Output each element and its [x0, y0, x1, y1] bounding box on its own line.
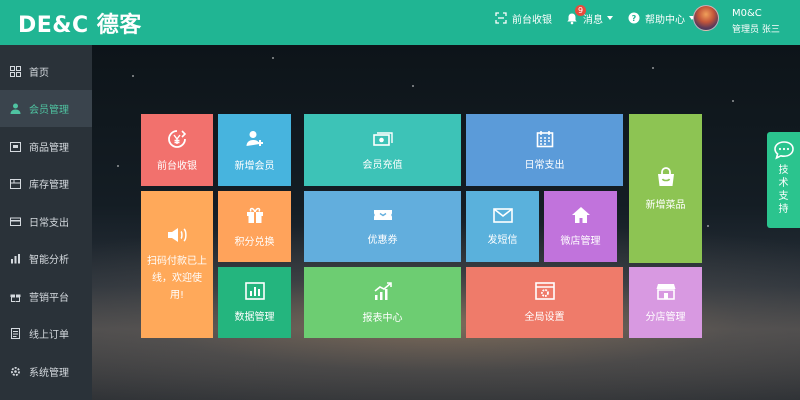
- chevron-down-icon: [607, 16, 613, 20]
- sidebar-item-inventory[interactable]: 库存管理: [0, 165, 92, 202]
- tile-shop[interactable]: 微店管理: [544, 191, 617, 262]
- gear-icon: [11, 367, 20, 376]
- store-icon: [656, 284, 675, 300]
- card-icon: [10, 217, 21, 226]
- tile-report[interactable]: 报表中心: [304, 267, 461, 338]
- sidebar-item-label: 会员管理: [29, 105, 69, 116]
- user-name[interactable]: M0&C: [732, 8, 762, 19]
- sidebar-item-orders[interactable]: 线上订单: [0, 315, 92, 352]
- sidebar-item-marketing[interactable]: 营销平台: [0, 278, 92, 315]
- background-star: [132, 75, 134, 77]
- tile-label: 积分兑换: [234, 237, 275, 248]
- top-header: DE&C 德客 前台收银 9 消息 ? 帮助中心 M0&C 管理员 张三: [0, 0, 800, 45]
- tile-label: 新增会员: [234, 160, 275, 172]
- logo[interactable]: DE&C 德客: [18, 7, 142, 39]
- svg-text:?: ?: [632, 14, 637, 23]
- gift-box-icon: [246, 207, 263, 223]
- tech-support-button[interactable]: 技术支持: [767, 132, 800, 228]
- help-label: 帮助中心: [645, 14, 685, 26]
- tile-label: 扫码付款已上线，欢迎使用!: [147, 256, 207, 301]
- bar-chart-icon: [11, 254, 20, 264]
- sidebar-item-members[interactable]: 会员管理: [0, 90, 92, 127]
- background-star: [707, 225, 709, 227]
- bag-icon: [657, 167, 674, 186]
- sidebar-item-analytics[interactable]: 智能分析: [0, 240, 92, 277]
- sidebar-item-label: 日常支出: [29, 218, 69, 229]
- home-icon: [571, 207, 590, 223]
- background-star: [272, 57, 274, 59]
- background-star: [652, 67, 654, 69]
- mail-icon: [492, 207, 513, 223]
- warehouse-icon: [10, 179, 21, 189]
- sidebar-item-system[interactable]: 系统管理: [0, 353, 92, 390]
- chart-board-icon: [244, 282, 265, 300]
- cashier-label: 前台收银: [512, 14, 552, 26]
- tile-sms[interactable]: 发短信: [466, 191, 539, 262]
- sidebar-item-products[interactable]: 商品管理: [0, 128, 92, 165]
- help-icon: ?: [628, 12, 640, 24]
- money-icon: [372, 131, 393, 146]
- gift-icon: [10, 294, 21, 302]
- tech-support-label: 技术支持: [778, 165, 789, 215]
- avatar[interactable]: [693, 5, 719, 31]
- ticket-icon: [373, 210, 392, 220]
- tile-coupon[interactable]: 优惠券: [304, 191, 461, 262]
- box-icon: [10, 142, 21, 152]
- tile-label: 全局设置: [524, 312, 565, 323]
- sidebar-item-label: 智能分析: [29, 255, 69, 266]
- tile-label: 前台收银: [157, 160, 197, 172]
- tile-label: 会员充值: [362, 159, 403, 171]
- tile-cashier[interactable]: 前台收银: [141, 114, 213, 186]
- scan-icon: [495, 12, 507, 24]
- sidebar-item-expense[interactable]: 日常支出: [0, 203, 92, 240]
- sidebar-item-label: 系统管理: [29, 368, 69, 379]
- tile-expense[interactable]: 日常支出: [466, 114, 623, 186]
- tile-new-dish[interactable]: 新增菜品: [629, 114, 702, 263]
- chat-icon: [773, 141, 794, 160]
- tile-label: 日常支出: [524, 159, 565, 171]
- tile-data[interactable]: 数据管理: [218, 267, 291, 338]
- tile-label: 数据管理: [234, 312, 275, 323]
- sidebar-item-label: 商品管理: [29, 143, 69, 154]
- help-link[interactable]: ? 帮助中心: [628, 0, 695, 36]
- tile-label: 发短信: [487, 234, 518, 246]
- sidebar-item-label: 线上订单: [29, 330, 69, 341]
- tile-points[interactable]: 积分兑换: [218, 191, 291, 262]
- messages-label: 消息: [583, 14, 603, 26]
- user-role: 管理员 张三: [732, 25, 780, 35]
- calendar-icon: [536, 130, 553, 147]
- sidebar-item-label: 营销平台: [29, 293, 69, 304]
- tile-label: 微店管理: [560, 236, 601, 247]
- messages-link[interactable]: 9 消息: [566, 0, 613, 36]
- user-icon: [10, 103, 21, 114]
- tile-label: 报表中心: [362, 313, 403, 324]
- order-icon: [11, 328, 20, 339]
- tile-settings[interactable]: 全局设置: [466, 267, 623, 338]
- background-star: [412, 85, 414, 87]
- message-badge: 9: [575, 5, 586, 16]
- tile-recharge[interactable]: 会员充值: [304, 114, 461, 186]
- tile-label: 分店管理: [645, 312, 686, 323]
- cashier-link[interactable]: 前台收银: [495, 0, 552, 36]
- tile-add-member[interactable]: 新增会员: [218, 114, 291, 186]
- background-star: [732, 100, 734, 102]
- grid-icon: [10, 66, 21, 77]
- yen-cycle-icon: [168, 129, 187, 148]
- background-star: [117, 165, 119, 167]
- settings-board-icon: [534, 282, 555, 300]
- add-user-icon: [246, 130, 263, 146]
- tile-branch[interactable]: 分店管理: [629, 267, 702, 338]
- sidebar-item-label: 首页: [29, 68, 49, 79]
- sidebar-item-home[interactable]: 首页: [0, 53, 92, 90]
- speaker-icon: [168, 228, 187, 242]
- sidebar: 首页 会员管理 商品管理 库存管理 日常支出 智能分析 营销平台 线上订单 系统…: [0, 45, 92, 400]
- tile-notice[interactable]: 扫码付款已上线，欢迎使用!: [141, 191, 213, 338]
- sidebar-item-label: 库存管理: [29, 180, 69, 191]
- tile-label: 优惠券: [367, 235, 398, 246]
- trend-icon: [374, 282, 392, 300]
- tile-label: 新增菜品: [645, 200, 686, 211]
